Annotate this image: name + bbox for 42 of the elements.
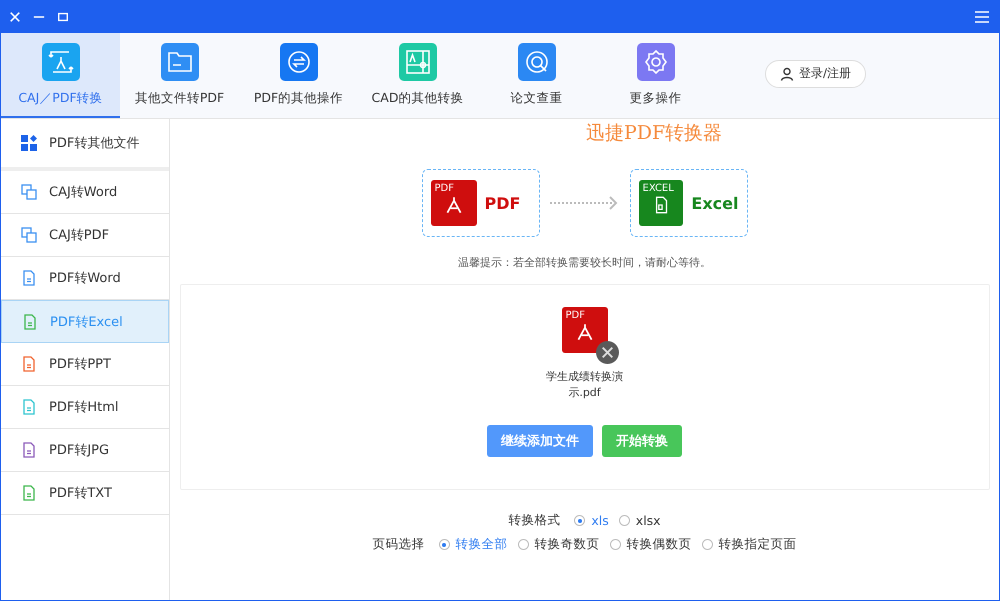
menu-icon[interactable] bbox=[975, 10, 989, 22]
option-label: 转换格式 bbox=[508, 512, 560, 529]
format-label: Excel bbox=[691, 194, 738, 212]
close-icon[interactable] bbox=[9, 10, 21, 22]
tab[interactable]: PDF的其他操作 bbox=[239, 33, 358, 118]
pdf-file-icon: PDF bbox=[430, 180, 476, 226]
hint-text: 温馨提示：若全部转换需要较长时间，请耐心等待。 bbox=[458, 255, 711, 270]
search-icon bbox=[518, 42, 556, 80]
radio-option[interactable]: 转换奇数页 bbox=[518, 536, 600, 553]
folder-icon bbox=[160, 42, 198, 80]
excel-file-icon: EXCEL bbox=[638, 180, 684, 226]
tab[interactable]: CAJ／PDF转换 bbox=[1, 33, 120, 118]
login-button[interactable]: 登录/注册 bbox=[765, 60, 866, 88]
annotation-text: 迅捷PDF转换器 bbox=[586, 121, 722, 146]
format-label: PDF bbox=[484, 194, 520, 212]
radio-option[interactable]: xlsx bbox=[618, 513, 661, 528]
file-name: 学生成绩转换演示.pdf bbox=[545, 369, 624, 401]
tab[interactable]: 其他文件转PDF bbox=[120, 33, 239, 118]
sidebar-item[interactable]: PDF转其他文件 bbox=[1, 119, 169, 171]
sidebar-item[interactable]: PDF转PPT bbox=[1, 343, 169, 386]
maximize-icon[interactable] bbox=[57, 10, 69, 22]
option-label: 页码选择 bbox=[372, 536, 424, 553]
convert-icon bbox=[42, 42, 80, 80]
arrow-icon bbox=[550, 195, 620, 211]
settings-icon bbox=[636, 42, 674, 80]
radio-option[interactable]: 转换全部 bbox=[438, 536, 508, 553]
sidebar-item[interactable]: CAJ转PDF bbox=[1, 214, 169, 257]
tab[interactable]: CAD的其他转换 bbox=[358, 33, 477, 118]
sidebar-item[interactable]: PDF转Html bbox=[1, 386, 169, 429]
sidebar-item[interactable]: PDF转TXT bbox=[1, 472, 169, 515]
sidebar-item[interactable]: CAJ转Word bbox=[1, 171, 169, 214]
remove-icon[interactable] bbox=[596, 341, 618, 364]
swap-icon bbox=[280, 42, 318, 80]
radio-option[interactable]: xls bbox=[574, 513, 609, 528]
tab[interactable]: 论文查重 bbox=[477, 33, 596, 118]
sidebar-item[interactable]: PDF转JPG bbox=[1, 429, 169, 472]
pdf-file-icon: PDF bbox=[562, 307, 608, 353]
tab[interactable]: 更多操作 bbox=[596, 33, 715, 118]
radio-option[interactable]: 转换偶数页 bbox=[610, 536, 692, 553]
radio-option[interactable]: 转换指定页面 bbox=[702, 536, 796, 553]
user-icon bbox=[780, 66, 794, 80]
drawing-icon bbox=[398, 42, 436, 80]
